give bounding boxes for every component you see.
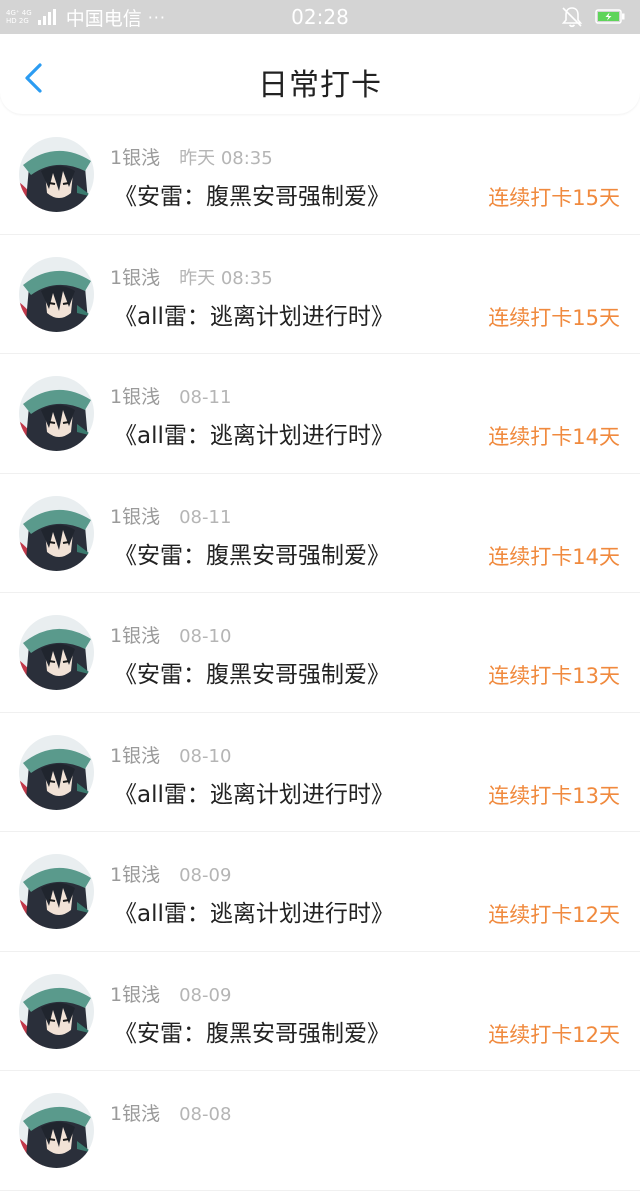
checkin-row[interactable]: 1银浅 08-10 《all雷：逃离计划进行时》 连续打卡13天: [0, 713, 640, 832]
book-title[interactable]: 《all雷：逃离计划进行时》: [114, 894, 394, 928]
book-title[interactable]: 《all雷：逃离计划进行时》: [114, 775, 394, 809]
checkin-meta: 1银浅 昨天 08:35: [110, 263, 273, 290]
checkin-time: 08-10: [179, 745, 232, 767]
checkin-time: 08-09: [179, 865, 232, 886]
username: 1银浅: [110, 147, 161, 169]
checkin-row[interactable]: 1银浅 昨天 08:35 《安雷：腹黑安哥强制爱》 连续打卡15天: [0, 115, 640, 235]
checkin-row[interactable]: 1银浅 08-09 《all雷：逃离计划进行时》 连续打卡12天: [0, 832, 640, 952]
avatar[interactable]: [19, 1093, 94, 1168]
streak-label: 连续打卡12天: [488, 903, 620, 927]
avatar-image: [19, 1093, 94, 1168]
battery-charging-icon: [595, 9, 625, 24]
checkin-meta: 1银浅 08-11: [110, 382, 231, 409]
checkin-meta: 1银浅 昨天 08:35: [110, 143, 273, 170]
streak-label: 连续打卡13天: [488, 664, 620, 688]
avatar-image: [19, 495, 94, 571]
checkin-time: 08-11: [179, 506, 232, 528]
username: 1银浅: [110, 864, 161, 886]
streak-label: 连续打卡13天: [488, 783, 620, 808]
checkin-time: 08-09: [179, 984, 232, 1006]
username: 1银浅: [110, 1103, 161, 1125]
checkin-row[interactable]: 1银浅 08-10 《安雷：腹黑安哥强制爱》 连续打卡13天: [0, 593, 640, 713]
checkin-row[interactable]: 1银浅 08-11 《安雷：腹黑安哥强制爱》 连续打卡14天: [0, 474, 640, 593]
book-title[interactable]: 《安雷：腹黑安哥强制爱》: [114, 1014, 390, 1048]
username: 1银浅: [110, 983, 161, 1006]
avatar-image: [19, 854, 94, 929]
username: 1银浅: [110, 505, 161, 528]
streak-label: 连续打卡12天: [488, 1022, 620, 1047]
checkin-meta: 1银浅 08-08: [110, 1099, 231, 1126]
username: 1银浅: [110, 266, 161, 289]
avatar[interactable]: [19, 495, 94, 571]
checkin-time: 08-11: [179, 387, 232, 408]
avatar[interactable]: [19, 615, 94, 690]
streak-label: 连续打卡14天: [488, 544, 620, 569]
streak-label: 连续打卡14天: [488, 425, 620, 449]
avatar[interactable]: [19, 854, 94, 929]
streak-label: 连续打卡15天: [488, 305, 620, 330]
avatar-image: [19, 256, 94, 332]
username: 1银浅: [110, 386, 161, 408]
book-title[interactable]: 《all雷：逃离计划进行时》: [114, 416, 394, 450]
checkin-meta: 1银浅 08-11: [110, 502, 231, 529]
avatar-image: [19, 734, 94, 810]
checkin-meta: 1银浅 08-09: [110, 980, 231, 1007]
checkin-list[interactable]: 1银浅 昨天 08:35 《安雷：腹黑安哥强制爱》 连续打卡15天 1银浅 昨天…: [0, 115, 640, 1191]
checkin-row[interactable]: 1银浅 昨天 08:35 《all雷：逃离计划进行时》 连续打卡15天: [0, 235, 640, 354]
avatar-image: [19, 615, 94, 690]
checkin-time: 昨天 08:35: [179, 267, 273, 289]
avatar-image: [19, 973, 94, 1049]
checkin-row[interactable]: 1银浅 08-08: [0, 1071, 640, 1191]
avatar[interactable]: [19, 734, 94, 810]
avatar-image: [19, 376, 94, 451]
avatar[interactable]: [19, 256, 94, 332]
username: 1银浅: [110, 744, 161, 767]
avatar-image: [19, 137, 94, 212]
book-title[interactable]: 《安雷：腹黑安哥强制爱》: [114, 177, 390, 211]
checkin-row[interactable]: 1银浅 08-09 《安雷：腹黑安哥强制爱》 连续打卡12天: [0, 952, 640, 1071]
checkin-time: 昨天 08:35: [179, 148, 273, 169]
streak-label: 连续打卡15天: [488, 186, 620, 210]
checkin-row[interactable]: 1银浅 08-11 《all雷：逃离计划进行时》 连续打卡14天: [0, 354, 640, 474]
checkin-meta: 1银浅 08-09: [110, 860, 231, 887]
avatar[interactable]: [19, 973, 94, 1049]
bell-off-icon: [561, 7, 583, 28]
checkin-time: 08-10: [179, 626, 232, 647]
username: 1银浅: [110, 625, 161, 647]
checkin-meta: 1银浅 08-10: [110, 741, 231, 768]
page-title: 日常打卡: [258, 68, 382, 103]
avatar[interactable]: [19, 137, 94, 212]
avatar[interactable]: [19, 376, 94, 451]
checkin-time: 08-08: [179, 1104, 232, 1125]
book-title[interactable]: 《安雷：腹黑安哥强制爱》: [114, 655, 390, 689]
book-title[interactable]: 《安雷：腹黑安哥强制爱》: [114, 536, 390, 570]
book-title[interactable]: 《all雷：逃离计划进行时》: [114, 297, 394, 331]
app-header: 日常打卡: [0, 34, 640, 114]
status-bar: 4G⁺ 4G HD 2G 中国电信 ··· 02:28: [0, 0, 640, 34]
clock: 02:28: [291, 5, 349, 29]
checkin-meta: 1银浅 08-10: [110, 621, 231, 648]
